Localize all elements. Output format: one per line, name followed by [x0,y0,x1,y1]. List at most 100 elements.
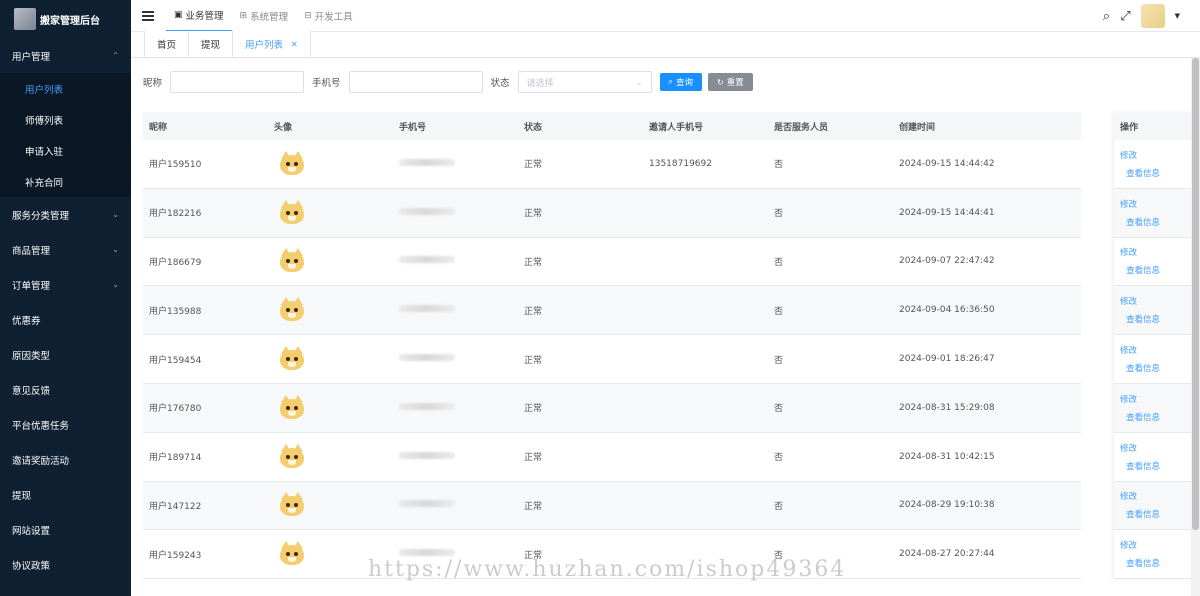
is-service-cell: 否 [774,209,784,220]
status-cell: 正常 [524,257,543,268]
sidebar-item[interactable]: 订单管理 ⌄ [0,267,131,302]
edit-link[interactable]: 修改 [1120,490,1200,502]
vertical-scrollbar[interactable] [1191,58,1200,596]
edit-link[interactable]: 修改 [1120,198,1200,210]
phone-input[interactable] [348,71,483,93]
tab-withdraw[interactable]: 提现 [188,31,234,57]
is-service-cell: 否 [774,257,784,268]
topnav-system[interactable]: ⊞ 系统管理 [232,0,297,32]
edit-link[interactable]: 修改 [1120,344,1200,356]
sidebar-item[interactable]: 服务分类管理 ⌄ [0,197,131,232]
search-icon[interactable]: ⌕ [1103,9,1110,24]
column-header: 状态 [524,122,543,133]
avatar[interactable] [278,443,306,471]
caret-down-icon[interactable]: ▼ [1175,12,1180,20]
tab-user-list[interactable]: 用户列表 ✕ [232,31,311,57]
sidebar-subitem[interactable]: 补充合同 [0,166,131,197]
sidebar-item[interactable]: 提现 [0,477,131,512]
sidebar-subitem[interactable]: 师傅列表 [0,104,131,135]
avatar[interactable] [278,345,306,373]
sidebar-item[interactable]: 原因类型 [0,337,131,372]
fullscreen-icon[interactable]: ⤢ [1120,9,1130,24]
chevron-up-icon: ⌃ [112,51,119,60]
view-info-link[interactable]: 查看信息 [1120,362,1200,374]
redacted-phone [399,256,455,264]
is-service-cell: 否 [774,404,784,415]
view-info-link[interactable]: 查看信息 [1120,411,1200,423]
close-icon[interactable]: ✕ [291,40,298,49]
sidebar-item[interactable]: 邀请奖励活动 [0,442,131,477]
top-right-tools: ⌕ ⤢ ▼ [1103,0,1180,32]
logo-text: 搬家管理后台 [40,15,100,27]
column-header: 手机号 [399,122,427,133]
sidebar-item[interactable]: 网站设置 [0,512,131,547]
sidebar-item-label: 邀请奖励活动 [12,455,70,467]
view-info-link[interactable]: 查看信息 [1120,216,1200,228]
nickname-cell: 用户159454 [149,355,202,366]
is-service-cell: 否 [774,160,784,171]
view-info-link[interactable]: 查看信息 [1120,460,1200,472]
sidebar-menu: 用户管理 ⌃ 用户列表 师傅列表 申请入驻 补充合同 服务分类管理 ⌄ 商品管理 ⌄ 订单管理 ⌄ 优惠… [0,38,131,582]
user-avatar[interactable] [1140,4,1165,28]
action-row: 修改 查看信息 [1114,481,1200,531]
filter-bar: 昵称 手机号 状态 请选择 ⌄ ⌕ 查询 ↻ 重置 [143,70,759,94]
avatar[interactable] [278,491,306,519]
avatar-cell [268,491,393,519]
edit-link[interactable]: 修改 [1120,149,1200,161]
status-cell: 正常 [524,501,543,512]
phone-cell [393,207,518,218]
sidebar-item[interactable]: 用户管理 ⌃ [0,38,131,73]
edit-link[interactable]: 修改 [1120,246,1200,258]
view-info-link[interactable]: 查看信息 [1120,167,1200,179]
edit-link[interactable]: 修改 [1120,295,1200,307]
avatar[interactable] [278,199,306,227]
edit-link[interactable]: 修改 [1120,393,1200,405]
sidebar-item[interactable]: 平台优惠任务 [0,407,131,442]
created-time-cell: 2024-09-04 16:36:50 [899,305,995,316]
redacted-phone [399,354,455,362]
scrollbar-thumb[interactable] [1192,58,1199,530]
view-info-link[interactable]: 查看信息 [1120,313,1200,325]
topnav-business[interactable]: ▣ 业务管理 [166,0,232,32]
edit-link[interactable]: 修改 [1120,539,1200,551]
reset-button[interactable]: ↻ 重置 [708,73,753,91]
status-cell: 正常 [524,160,543,171]
view-info-link[interactable]: 查看信息 [1120,508,1200,520]
avatar[interactable] [278,394,306,422]
sidebar-item[interactable]: 优惠券 [0,302,131,337]
created-time-cell: 2024-08-27 20:27:44 [899,549,995,560]
logo-image [14,8,36,30]
search-button[interactable]: ⌕ 查询 [659,73,703,91]
avatar[interactable] [278,540,306,568]
action-column: 操作 修改 查看信息 修改 查看信息 修改 查看信息 修改 查看信息 修改 查看信息 修改 查看信息修… [1114,112,1200,580]
phone-cell [393,500,518,510]
created-time-cell: 2024-08-29 19:10:38 [899,500,995,511]
sidebar-item[interactable]: 意见反馈 [0,372,131,407]
avatar[interactable] [278,296,306,324]
avatar-cell [268,150,393,178]
logo[interactable]: 搬家管理后台 [0,0,131,38]
sidebar-subitem[interactable]: 申请入驻 [0,135,131,166]
view-info-link[interactable]: 查看信息 [1120,557,1200,569]
status-select[interactable]: 请选择 ⌄ [517,71,652,93]
action-row: 修改 查看信息 [1114,530,1200,580]
avatar[interactable] [278,150,306,178]
nickname-input[interactable] [170,71,305,93]
redacted-phone [399,402,455,410]
chevron-down-icon: ⌄ [112,210,119,219]
tab-home[interactable]: 首页 [144,31,190,57]
topnav-devtools[interactable]: ⊟ 开发工具 [296,0,361,32]
edit-link[interactable]: 修改 [1120,442,1200,454]
table-row: 用户189714 正常 否 2024-08-31 10:42:15 [143,433,1081,482]
avatar-cell [268,296,393,324]
sidebar-item[interactable]: 协议政策 [0,547,131,582]
menu-toggle-icon[interactable] [142,10,154,21]
action-row: 修改 查看信息 [1114,433,1200,482]
avatar[interactable] [278,247,306,275]
view-info-link[interactable]: 查看信息 [1120,264,1200,276]
nickname-label: 昵称 [143,78,163,89]
sidebar-item-label: 协议政策 [12,560,51,572]
sidebar-subitem[interactable]: 用户列表 [0,73,131,104]
sidebar-item[interactable]: 商品管理 ⌄ [0,232,131,267]
reset-button-label: 重置 [726,78,744,88]
